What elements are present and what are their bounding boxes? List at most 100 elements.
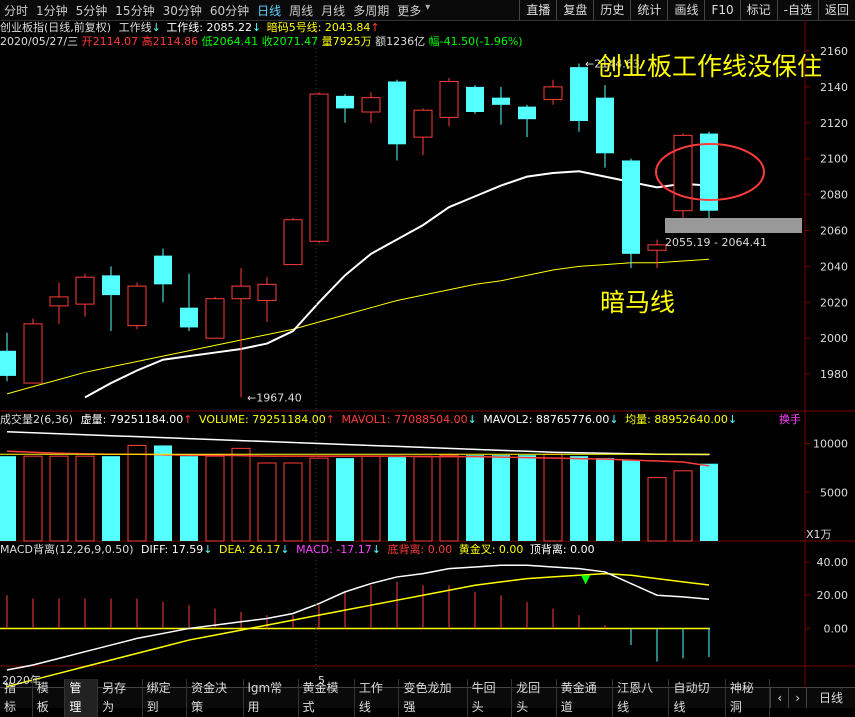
toolbar-button-7[interactable]: -自选: [776, 0, 818, 20]
bottom-indicator-tabs: 指标 模板 管理 另存为 绑定到 资金决策 lgm常用 黄金模式 工作线 变色龙加强 牛回头 龙回头黄…: [0, 679, 855, 717]
candle: [127, 282, 147, 330]
toolbar-button-5[interactable]: F10: [704, 0, 739, 20]
bottom-tab-9[interactable]: 变色龙加强: [399, 679, 468, 717]
more-dropdown-icon[interactable]: ▾: [425, 2, 430, 19]
bottom-tab-0[interactable]: 指标: [0, 679, 33, 717]
toolbar-button-0[interactable]: 直播: [519, 0, 556, 20]
candle: [622, 158, 640, 269]
period-tab-6[interactable]: 日线: [253, 2, 285, 19]
death-cross-arrow-icon: ▼: [581, 572, 591, 586]
period-tab-9[interactable]: 多周期: [349, 2, 393, 19]
period-tab-8[interactable]: 月线: [317, 2, 349, 19]
volume-bar: [180, 456, 198, 541]
bottom-tab-3[interactable]: 另存为: [98, 679, 143, 717]
toolbar-button-4[interactable]: 画线: [667, 0, 704, 20]
volume-axis-label: 10000: [813, 438, 848, 451]
price-axis-label: 2000: [820, 332, 848, 345]
candle: [75, 273, 95, 317]
volume-bar: [673, 470, 693, 542]
period-tab-4[interactable]: 30分钟: [159, 2, 206, 19]
golden-cross: 黄金叉: 0.00: [458, 543, 524, 556]
period-tab-5[interactable]: 60分钟: [206, 2, 253, 19]
candle: [309, 92, 329, 244]
macd-dea-line: [6, 572, 710, 687]
macd-info: MACD背离(12,26,9,0.50) DIFF: 17.59↓ DEA: 2…: [0, 543, 595, 556]
bottom-tab-5[interactable]: 资金决策: [187, 679, 244, 717]
volume-bar: [23, 455, 43, 542]
macd-axis-label: 0.00: [824, 622, 849, 635]
toolbar-button-3[interactable]: 统计: [630, 0, 667, 20]
bottom-tab-7[interactable]: 黄金模式: [299, 679, 355, 717]
price-axis-label: 2140: [820, 81, 848, 94]
candle: [492, 86, 510, 125]
volume-unit-label: X1万: [806, 528, 832, 541]
candle: [0, 332, 16, 382]
toolbar-button-2[interactable]: 历史: [593, 0, 630, 20]
candle: [23, 318, 43, 384]
bottom-tab-15[interactable]: 神秘洞: [726, 679, 771, 717]
scroll-right-button[interactable]: ›: [788, 688, 806, 708]
candle: [102, 266, 120, 332]
volume-bar: [466, 455, 484, 541]
toolbar-button-1[interactable]: 复盘: [556, 0, 593, 20]
toolbar-right-buttons: 直播 复盘 历史 统计 画线 F10 标记 -自选 返回: [519, 0, 855, 20]
bottom-tab-12[interactable]: 黄金通道: [557, 679, 614, 717]
toolbar-button-6[interactable]: 标记: [739, 0, 777, 20]
macd-indicator-label[interactable]: MACD背离(12,26,9,0.50): [0, 543, 134, 556]
period-tab-7[interactable]: 周线: [285, 2, 317, 19]
bottom-tab-2[interactable]: 管理: [65, 679, 99, 717]
volume-bar: [283, 462, 303, 542]
volume-xu: 虚量: 79251184.00: [80, 413, 184, 426]
period-tab-0[interactable]: 分时: [0, 2, 32, 19]
bottom-tab-4[interactable]: 绑定到: [143, 679, 188, 717]
volume-bar: [647, 477, 667, 542]
bottom-tab-13[interactable]: 江恩八线: [613, 679, 670, 717]
volume-bar: [361, 455, 381, 542]
chart-area[interactable]: ←1967.40←2144.632055.19 - 2064.41 ▼ 2160…: [0, 20, 855, 687]
turnover-label[interactable]: 换手: [779, 413, 801, 426]
candle: [154, 248, 172, 303]
bottom-tab-14[interactable]: 自动切线: [669, 679, 726, 717]
bottom-tab-6[interactable]: lgm常用: [244, 679, 299, 717]
bottom-tab-11[interactable]: 龙回头: [512, 679, 557, 717]
candle: [257, 277, 277, 323]
candle: [49, 282, 69, 324]
bottom-divergence: 底背离: 0.00: [387, 543, 453, 556]
volume-bar: [700, 463, 718, 541]
volume-bar: [570, 456, 588, 541]
period-tab-3[interactable]: 15分钟: [111, 2, 158, 19]
volume-bar: [388, 457, 406, 541]
work-line: [84, 170, 710, 399]
volume-value: VOLUME: 79251184.00: [198, 413, 326, 426]
volume-bar: [336, 458, 354, 541]
toolbar-button-8[interactable]: 返回: [817, 0, 855, 20]
candle: [439, 77, 459, 127]
period-tab-10[interactable]: 更多: [393, 2, 425, 19]
volume-axis-label: 5000: [820, 486, 848, 499]
bottom-period-button[interactable]: 日线: [806, 688, 855, 708]
candle: [647, 239, 667, 269]
bottom-tab-10[interactable]: 牛回头: [468, 679, 513, 717]
volume-bar: [154, 445, 172, 541]
volume-indicator-label[interactable]: 成交量2(6,36): [0, 413, 73, 426]
volume-bar: [49, 455, 69, 542]
support-zone-box: [665, 218, 802, 233]
mavol2-value: MAVOL2: 88765776.00: [483, 413, 610, 426]
volume-info: 成交量2(6,36) 虚量: 79251184.00↑ VOLUME: 7925…: [0, 413, 738, 426]
annotation-line: 暗马线: [600, 288, 676, 317]
candle: [336, 94, 354, 123]
candle: [283, 217, 303, 266]
candle: [361, 92, 381, 123]
macd-dea-value: DEA: 26.17: [218, 543, 281, 556]
candle: [466, 85, 484, 114]
candle: [518, 104, 536, 138]
bottom-tab-1[interactable]: 模板: [33, 679, 66, 717]
bottom-tab-8[interactable]: 工作线: [355, 679, 400, 717]
period-tab-2[interactable]: 5分钟: [72, 2, 112, 19]
macd-diff-value: DIFF: 17.59: [141, 543, 204, 556]
period-tab-1[interactable]: 1分钟: [32, 2, 72, 19]
scroll-left-button[interactable]: ‹: [770, 688, 788, 708]
price-panel: ←1967.40←2144.632055.19 - 2064.41: [0, 58, 802, 404]
low-price-label: ←1967.40: [247, 391, 302, 404]
macd-axis-label: 40.00: [817, 556, 849, 569]
